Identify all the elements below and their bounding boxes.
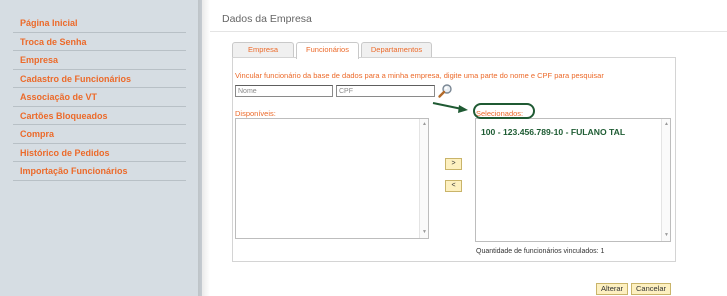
tab-funcionarios[interactable]: Funcionários bbox=[296, 42, 359, 59]
annotation-arrow-icon bbox=[432, 102, 468, 113]
